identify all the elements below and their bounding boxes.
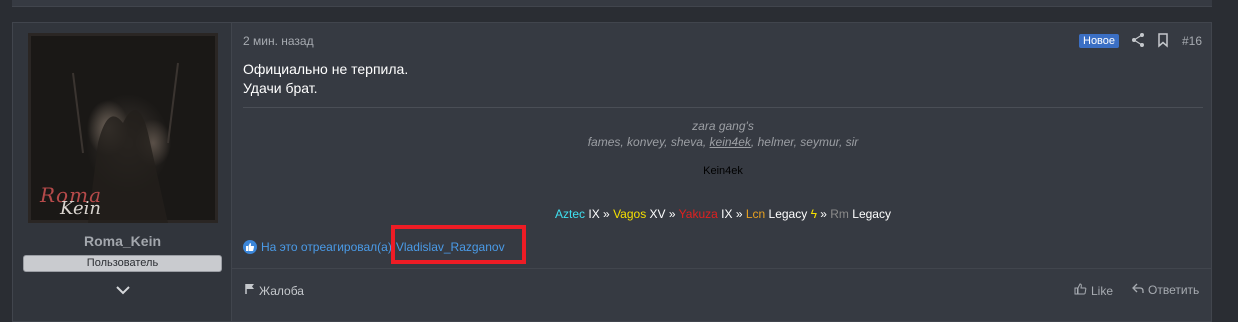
gang-rank: XV » — [646, 207, 679, 221]
post-footer-divider — [232, 268, 1211, 269]
gang-vagos: Vagos — [613, 207, 647, 221]
post-content-panel: 2 мин. назад Новое #16 Официально не тер… — [232, 23, 1211, 321]
new-badge: Новое — [1079, 34, 1120, 48]
reply-label: Ответить — [1148, 283, 1200, 297]
forum-post: Roma Kein Roma_Kein Пользователь 2 мин. … — [12, 22, 1212, 322]
gang-rm: Rm — [830, 207, 849, 221]
post-message-line: Удачи брат. — [243, 80, 318, 96]
highlight-annotation — [391, 225, 526, 264]
report-label: Жалоба — [259, 283, 304, 298]
avatar-caption-2: Kein — [60, 198, 101, 219]
signature-divider — [243, 107, 1203, 108]
bookmark-icon[interactable] — [1156, 32, 1170, 48]
signature-names: fames, konvey, sheva, kein4ek, helmer, s… — [243, 135, 1203, 149]
post-author-panel: Roma Kein Roma_Kein Пользователь — [13, 23, 232, 321]
previous-post-edge — [12, 0, 1212, 7]
gang-rank: Legacy — [765, 207, 811, 221]
signature-text: fames, konvey, sheva, — [587, 135, 710, 149]
gang-separator: » — [816, 207, 831, 221]
gang-aztec: Aztec — [555, 207, 586, 221]
avatar-caption: Roma Kein — [28, 33, 218, 223]
like-button[interactable]: Like — [1074, 283, 1113, 298]
report-icon — [245, 283, 255, 298]
gang-lcn: Lcn — [745, 207, 766, 221]
post-timestamp[interactable]: 2 мин. назад — [243, 34, 314, 48]
signature-gangs: Aztec IX » Vagos XV » Yakuza IX » Lcn Le… — [243, 207, 1203, 221]
signature-underlined-name: kein4ek — [709, 135, 751, 149]
signature: zara gang's fames, konvey, sheva, kein4e… — [243, 119, 1203, 221]
like-reaction-icon — [243, 240, 257, 254]
gang-yakuza: Yakuza — [678, 207, 718, 221]
signature-nick: Kein4ek — [703, 165, 743, 177]
signature-line: zara gang's — [692, 119, 754, 133]
signature-text: , helmer, seymur, sir — [750, 135, 859, 149]
gang-rank: Legacy — [848, 207, 891, 221]
report-button[interactable]: Жалоба — [245, 283, 304, 298]
reply-icon — [1132, 283, 1144, 297]
thumbs-up-icon — [1074, 283, 1087, 298]
avatar[interactable]: Roma Kein — [28, 33, 218, 223]
chevron-down-icon[interactable] — [114, 281, 132, 299]
share-icon[interactable] — [1131, 32, 1145, 48]
post-message: Официально не терпила. Удачи брат. — [243, 60, 408, 98]
gang-rank: IX » — [717, 207, 746, 221]
author-username[interactable]: Roma_Kein — [13, 233, 232, 249]
reply-button[interactable]: Ответить — [1132, 283, 1199, 297]
post-number[interactable]: #16 — [1182, 34, 1202, 48]
gang-rank: IX » — [585, 207, 614, 221]
like-label: Like — [1091, 283, 1114, 298]
author-role-badge: Пользователь — [23, 255, 222, 272]
reaction-prefix: На это отреагировал(а) — [261, 240, 392, 254]
post-message-line: Официально не терпила. — [243, 61, 409, 77]
